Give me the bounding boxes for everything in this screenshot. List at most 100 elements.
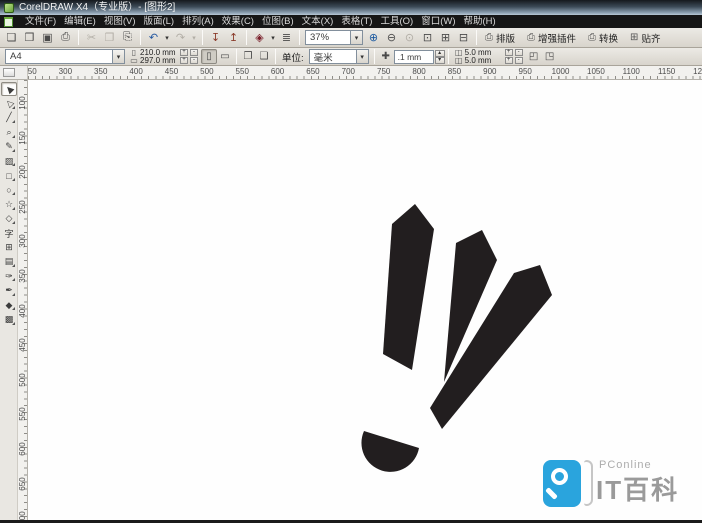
nudge-offset-input[interactable]: .1 mm — [393, 49, 434, 64]
units-combo[interactable]: 毫米 ▾ — [308, 49, 369, 64]
import-icon[interactable]: ↧ — [207, 30, 224, 46]
zoom-in-icon[interactable]: ⊕ — [365, 30, 382, 46]
table-tool[interactable]: ⊞ — [1, 240, 17, 254]
ellipse-tool[interactable]: ○ — [1, 183, 17, 197]
shuttlecock-cork[interactable] — [361, 431, 419, 472]
zoom-level-combo[interactable]: 37% ▾ — [305, 30, 363, 45]
paper-height-decrement-button[interactable]: - — [190, 57, 198, 64]
paper-height-value[interactable]: 297.0 mm — [140, 56, 178, 65]
menu-effects[interactable]: 效果(C) — [218, 15, 258, 28]
landscape-orientation-button[interactable]: ▭ — [217, 49, 233, 64]
print-icon[interactable]: ⎙ — [57, 30, 74, 46]
zoom-tool[interactable]: ⌕ — [1, 125, 17, 139]
zoom-out-icon[interactable]: ⊖ — [383, 30, 400, 46]
pick-tool-icon: ▶ — [2, 83, 15, 96]
blend-tool[interactable]: ▤ — [1, 255, 17, 269]
zoom-page-icon[interactable]: ⊞ — [437, 30, 454, 46]
text-tool[interactable]: 字 — [1, 226, 17, 240]
ruler-label: 500 — [18, 373, 27, 387]
outline-pen-tool[interactable]: ✒ — [1, 283, 17, 297]
duplicate-x-increment-button[interactable]: + — [504, 49, 513, 56]
menu-layout[interactable]: 版面(L) — [139, 15, 178, 28]
all-pages-button[interactable]: ❐ — [240, 49, 256, 64]
paper-size-combo[interactable]: A4 ▾ — [5, 49, 125, 64]
menu-text[interactable]: 文本(X) — [298, 15, 338, 28]
shuttlecock-feather-1[interactable] — [383, 204, 434, 370]
ruler-label: 250 — [18, 200, 27, 214]
nudge-down-button[interactable]: ▾ — [434, 56, 445, 64]
convert-button-icon: ⎙ — [588, 32, 597, 43]
menu-window[interactable]: 窗口(W) — [417, 15, 459, 28]
paper-width-decrement-button[interactable]: - — [190, 49, 198, 56]
portrait-orientation-button[interactable]: ▯ — [201, 49, 217, 64]
chevron-down-icon[interactable]: ▾ — [355, 50, 368, 63]
duplicate-y-decrement-button[interactable]: - — [514, 57, 523, 64]
typesetting-button[interactable]: ⎙ 排版 — [480, 30, 520, 46]
fill-tool[interactable]: ◆ — [1, 298, 17, 312]
options-icon[interactable]: ≣ — [278, 30, 295, 46]
undo-dropdown-icon[interactable]: ▾ — [163, 30, 171, 46]
chevron-down-icon[interactable]: ▾ — [112, 50, 124, 63]
rectangle-tool[interactable]: □ — [1, 168, 17, 182]
ruler-label: 1100 — [622, 67, 640, 76]
document-icon[interactable] — [4, 16, 13, 27]
ruler-label: 750 — [377, 67, 391, 76]
app-launcher-icon[interactable]: ◈ — [251, 30, 268, 46]
crop-tool[interactable]: ╱ — [1, 111, 17, 125]
nudge-offset-stepper[interactable]: ▴ ▾ — [434, 49, 445, 64]
nudge-up-button[interactable]: ▴ — [434, 49, 445, 57]
menu-arrange[interactable]: 排列(A) — [178, 15, 218, 28]
ruler-ticks — [28, 76, 702, 79]
shuttlecock-drawing[interactable] — [330, 180, 610, 480]
units-label: 单位: — [282, 52, 304, 64]
ruler-origin-button[interactable] — [3, 68, 15, 77]
zoom-selected-icon[interactable]: ⊡ — [419, 30, 436, 46]
coreldraw-window: CorelDRAW X4（专业版）- [图形2] 文件(F) 编辑(E) 视图(V)… — [0, 0, 702, 523]
polygon-tool[interactable]: ☆ — [1, 197, 17, 211]
export-icon[interactable]: ↥ — [225, 30, 242, 46]
save-icon[interactable]: ▣ — [39, 30, 56, 46]
duplicate-x-decrement-button[interactable]: - — [514, 49, 523, 56]
treat-as-filled-button[interactable]: ◰ — [526, 49, 542, 64]
ruler-label: 350 — [18, 269, 27, 283]
pick-tool[interactable]: ▶ — [1, 82, 17, 97]
menu-table[interactable]: 表格(T) — [337, 15, 376, 28]
eyedropper-tool[interactable]: ✑ — [1, 269, 17, 283]
basic-shapes-tool[interactable]: ◇ — [1, 212, 17, 226]
paper-height-increment-button[interactable]: + — [180, 57, 188, 64]
new-document-icon[interactable]: ❏ — [3, 30, 20, 46]
launcher-dropdown-icon[interactable]: ▾ — [269, 30, 277, 46]
drawing-canvas[interactable]: PConline IT百科 — [28, 80, 702, 523]
duplicate-y-value[interactable]: 5.0 mm — [465, 56, 503, 65]
ruler-label: 200 — [18, 165, 27, 179]
snap-button[interactable]: ⊞ 贴齐 — [625, 30, 665, 46]
menu-tools[interactable]: 工具(O) — [376, 15, 417, 28]
zoom-width-icon[interactable]: ⊟ — [455, 30, 472, 46]
menu-help[interactable]: 帮助(H) — [459, 15, 499, 28]
vertical-ruler[interactable]: 100 150 200 250 300 350 400 450 500 550 600 650 700 — [18, 80, 28, 523]
menu-view[interactable]: 视图(V) — [100, 15, 140, 28]
snap-options-button[interactable]: ◳ — [542, 49, 558, 64]
horizontal-ruler[interactable]: 250 300 350 400 450 500 550 600 650 700 750 800 850 9… — [28, 66, 702, 80]
interactive-fill-tool[interactable]: ▩ — [1, 312, 17, 326]
current-page-button[interactable]: ❑ — [256, 49, 272, 64]
menu-file[interactable]: 文件(F) — [21, 15, 60, 28]
shape-tool[interactable]: ▷ — [1, 96, 17, 110]
ruler-label: 350 — [94, 67, 108, 76]
convert-button[interactable]: ⎙ 转换 — [583, 30, 623, 46]
paper-width-increment-button[interactable]: + — [180, 49, 188, 56]
ruler-origin[interactable] — [0, 66, 28, 80]
chevron-down-icon[interactable]: ▾ — [350, 31, 362, 44]
paste-icon[interactable]: ⎘ — [119, 30, 136, 46]
plugins-button[interactable]: ⎙ 增强插件 — [522, 30, 581, 46]
pconline-watermark: PConline IT百科 — [537, 450, 702, 518]
menu-bitmaps[interactable]: 位图(B) — [258, 15, 298, 28]
undo-icon[interactable]: ↶ — [145, 30, 162, 46]
freehand-tool[interactable]: ✎ — [1, 140, 17, 154]
duplicate-y-icon: ◫ — [454, 55, 463, 65]
duplicate-y-increment-button[interactable]: + — [504, 57, 513, 64]
menu-edit[interactable]: 编辑(E) — [60, 15, 100, 28]
open-icon[interactable]: ❒ — [21, 30, 38, 46]
blend-tool-icon: ▤ — [4, 256, 14, 267]
smart-fill-tool[interactable]: ▨ — [1, 154, 17, 168]
